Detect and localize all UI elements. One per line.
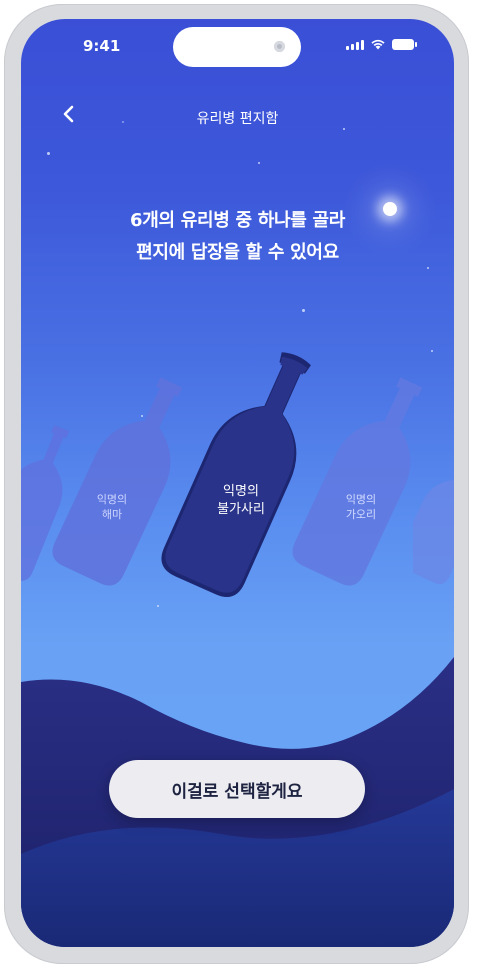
select-button[interactable]: 이걸로 선택할게요 [109, 760, 365, 818]
screen: 9:41 유리병 편지함 6개의 유리병 중 하나를 골라 편지에 답장을 할 … [21, 19, 454, 947]
